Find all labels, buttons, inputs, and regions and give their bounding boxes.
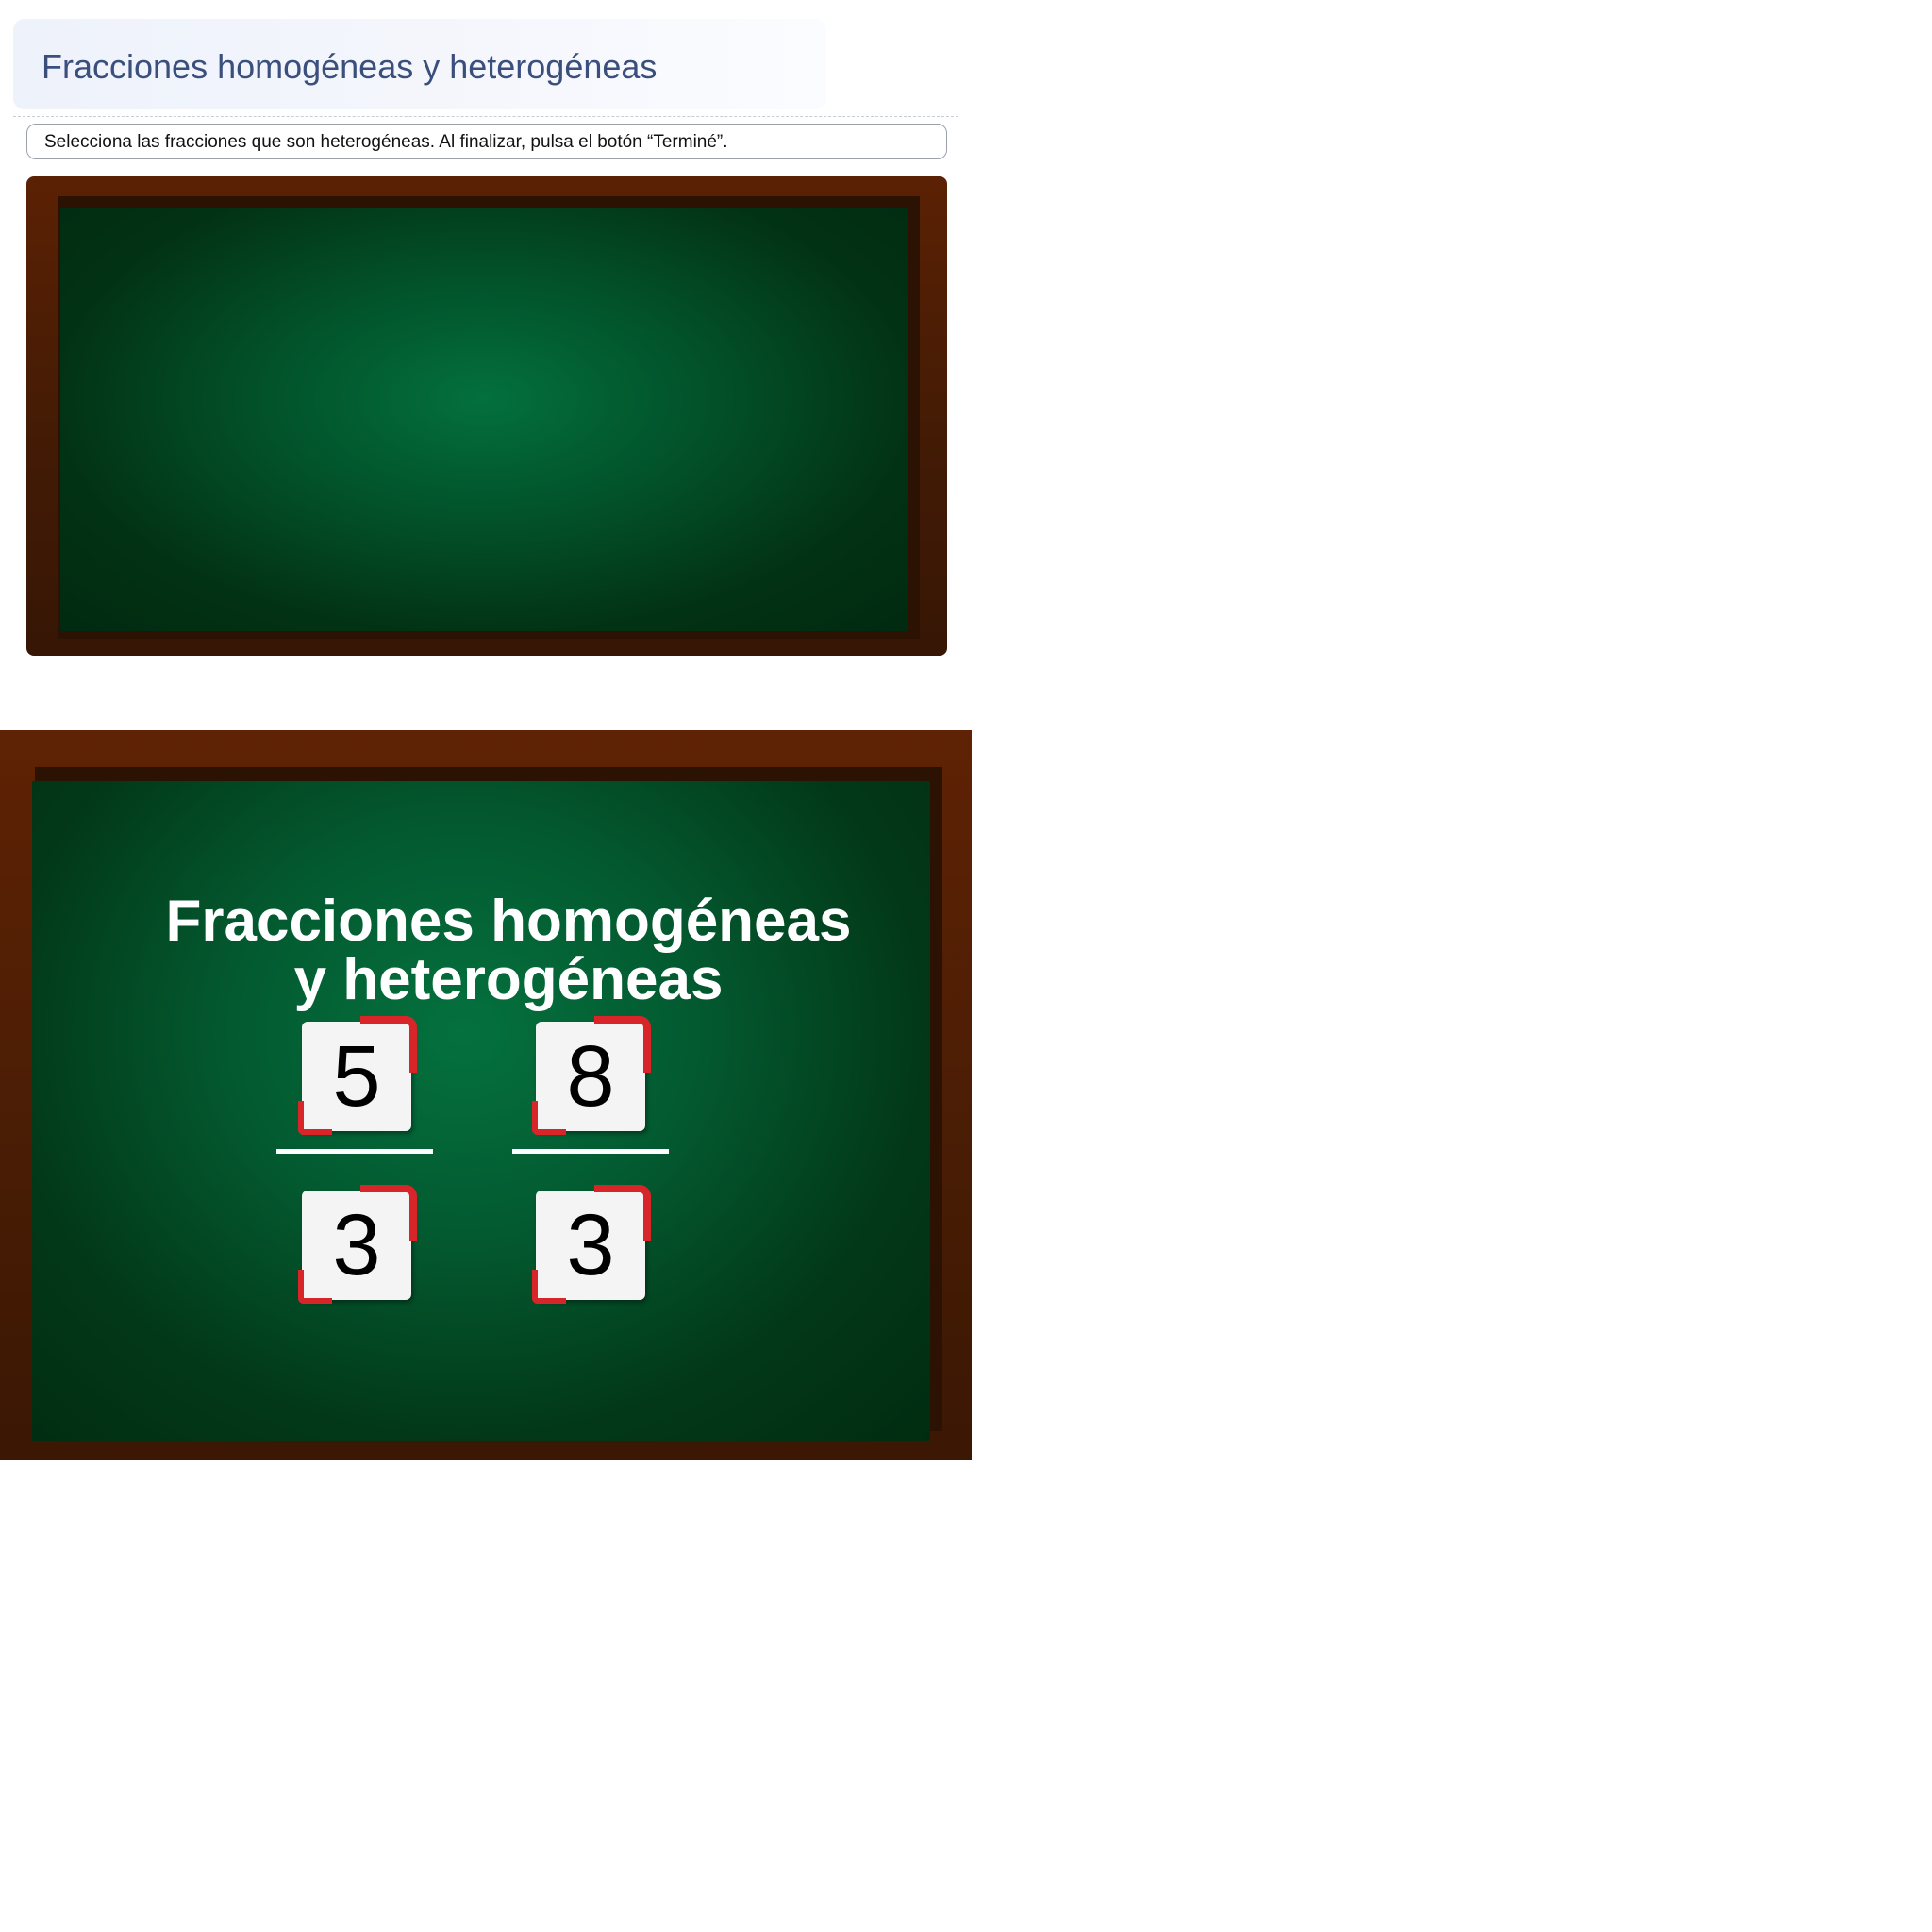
chalkboard-intro-slide: Fracciones homogéneas y heterogéneas 5 3…: [0, 730, 972, 1460]
fraction-bar: [512, 1149, 669, 1154]
fraction-bar: [276, 1149, 433, 1154]
denominator-tile[interactable]: 3: [298, 1185, 417, 1304]
slide-title-line2: y heterogéneas: [293, 947, 724, 1012]
numerator-value: 5: [332, 1028, 381, 1124]
numerator-tile[interactable]: 5: [298, 1016, 417, 1135]
instructions-text: Selecciona las fracciones que son hetero…: [44, 132, 728, 152]
chalkboard-activity-area[interactable]: [26, 176, 947, 656]
numerator-value: 8: [566, 1028, 615, 1124]
header-divider: [13, 116, 958, 117]
activity-header: Fracciones homogéneas y heterogéneas: [13, 19, 826, 109]
numerator-tile[interactable]: 8: [532, 1016, 651, 1135]
denominator-value: 3: [332, 1197, 381, 1293]
denominator-value: 3: [566, 1197, 615, 1293]
instructions-box: Selecciona las fracciones que son hetero…: [26, 124, 947, 159]
slide-title-line1: Fracciones homogéneas: [165, 889, 852, 954]
chalkboard-surface: Fracciones homogéneas y heterogéneas 5 3…: [32, 781, 930, 1441]
denominator-tile[interactable]: 3: [532, 1185, 651, 1304]
slide-title: Fracciones homogéneas y heterogéneas: [32, 892, 985, 1009]
page-title: Fracciones homogéneas y heterogéneas: [42, 47, 658, 86]
chalkboard-surface[interactable]: [60, 208, 908, 631]
